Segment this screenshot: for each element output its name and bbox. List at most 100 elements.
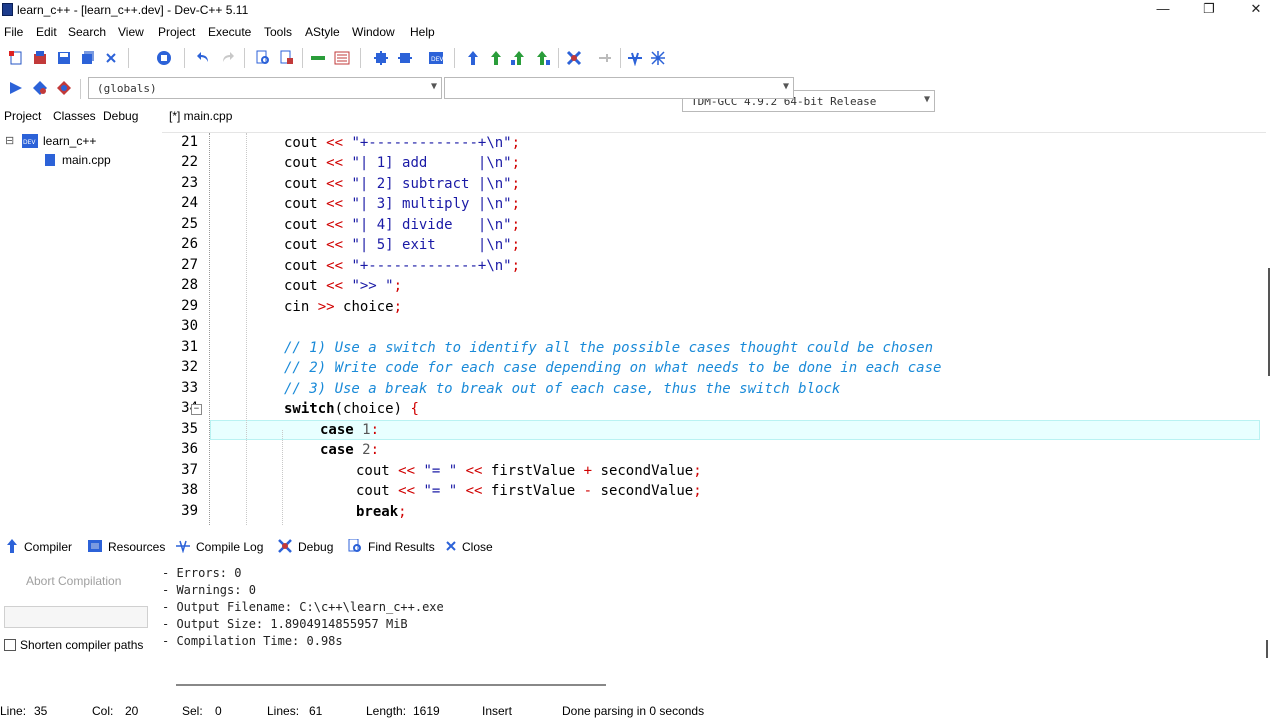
log-horizontal-scrollbar[interactable]: [176, 684, 606, 686]
compile-icon[interactable]: [465, 50, 481, 66]
line-number: 24: [181, 195, 198, 211]
goto-definition-icon[interactable]: [32, 80, 48, 96]
menu-file[interactable]: File: [4, 25, 23, 39]
chevron-down-icon: ▼: [923, 94, 930, 105]
code-line-37: cout << "= " << firstValue + secondValue…: [356, 463, 702, 479]
syntax-check-icon[interactable]: [627, 50, 643, 66]
menu-window[interactable]: Window: [352, 25, 395, 39]
restore-button[interactable]: ❐: [1186, 0, 1232, 20]
editor-tab-label: [*] main.cpp: [169, 109, 233, 123]
line-number: 38: [181, 482, 198, 498]
project-icon: DEV: [22, 134, 38, 148]
line-number: 31: [181, 339, 198, 355]
window-title: learn_c++ - [learn_c++.dev] - Dev-C++ 5.…: [17, 3, 249, 17]
line-number: 22: [181, 154, 198, 170]
line-number: 35: [181, 421, 198, 437]
new-file-icon[interactable]: [8, 50, 24, 66]
undo-icon[interactable]: [196, 50, 212, 66]
log-line: - Warnings: 0: [162, 583, 256, 597]
tab-find-results[interactable]: Find Results: [348, 539, 435, 554]
shorten-paths-label: Shorten compiler paths: [20, 638, 144, 652]
chevron-down-icon: ▼: [782, 81, 789, 92]
open-project-icon[interactable]: [32, 50, 48, 66]
tree-file-main-cpp[interactable]: main.cpp: [62, 153, 111, 167]
find-icon[interactable]: [255, 50, 271, 66]
code-line-22: cout << "| 1] add |\n";: [284, 155, 521, 171]
log-line: - Output Size: 1.8904914855957 MiB: [162, 617, 408, 631]
abort-compilation-button[interactable]: Abort Compilation: [26, 574, 121, 588]
tab-project[interactable]: Project: [4, 109, 41, 123]
menu-astyle[interactable]: AStyle: [305, 25, 340, 39]
toolbar-separator: [244, 48, 245, 68]
svg-text:DEV: DEV: [431, 56, 444, 63]
menu-view[interactable]: View: [118, 25, 144, 39]
close-file-icon[interactable]: [103, 50, 119, 66]
tab-compile-log-label: Compile Log: [196, 540, 264, 554]
close-window-button[interactable]: ✕: [1233, 0, 1279, 20]
goto-declaration-icon[interactable]: [8, 80, 24, 96]
svg-text:DEV: DEV: [23, 139, 36, 146]
line-number: 21: [181, 134, 198, 150]
editor-scrollbar[interactable]: [1266, 132, 1280, 526]
tab-debug-bottom[interactable]: Debug: [278, 539, 333, 554]
redo-icon[interactable]: [219, 50, 235, 66]
editor-scrollbar-thumb[interactable]: [1268, 268, 1270, 376]
code-editor[interactable]: 21 22 23 24 25 26 27 28 29 30 31 32 33 3…: [162, 132, 1266, 526]
replace-icon[interactable]: [279, 50, 295, 66]
code-line-24: cout << "| 3] multiply |\n";: [284, 196, 521, 212]
profile-icon[interactable]: [597, 50, 613, 66]
compile-run-icon[interactable]: [511, 50, 527, 66]
tab-classes[interactable]: Classes: [53, 109, 96, 123]
menu-search[interactable]: Search: [68, 25, 106, 39]
tab-compiler[interactable]: Compiler: [6, 539, 72, 554]
shorten-paths-checkbox[interactable]: Shorten compiler paths: [4, 638, 143, 652]
scope-select-value: (globals): [97, 82, 157, 95]
source-file-icon: [45, 154, 55, 166]
compiler-icon: [7, 539, 17, 553]
log-vertical-scrollbar[interactable]: [1266, 640, 1268, 658]
collapse-icon[interactable]: ⊟: [5, 134, 14, 147]
checkbox-box[interactable]: [4, 639, 16, 651]
minimize-button[interactable]: —: [1140, 0, 1186, 20]
line-number: 32: [181, 359, 198, 375]
add-to-project-icon[interactable]: [373, 50, 389, 66]
project-options-icon[interactable]: DEV: [428, 50, 444, 66]
tab-close-label: Close: [462, 540, 493, 554]
menu-bar: File Edit Search View Project Execute To…: [0, 22, 1280, 42]
clean-icon[interactable]: [650, 50, 666, 66]
save-icon[interactable]: [56, 50, 72, 66]
devcpp-app-icon: [2, 3, 13, 16]
scope-select[interactable]: (globals) ▼: [88, 77, 442, 99]
toolbar-separator: [302, 48, 303, 68]
line-number: 26: [181, 236, 198, 252]
tab-compile-log[interactable]: Compile Log: [176, 539, 263, 554]
log-line: - Output Filename: C:\c++\learn_c++.exe: [162, 600, 444, 614]
print-icon[interactable]: [156, 50, 172, 66]
remove-from-project-icon[interactable]: [397, 50, 413, 66]
tab-resources[interactable]: Resources: [88, 539, 165, 554]
menu-execute[interactable]: Execute: [208, 25, 251, 39]
status-length-label: Length:: [366, 704, 407, 718]
bookmarks-icon[interactable]: [334, 50, 350, 66]
menu-edit[interactable]: Edit: [36, 25, 57, 39]
goto-line-icon[interactable]: [310, 50, 326, 66]
menu-project[interactable]: Project: [158, 25, 195, 39]
tab-debug[interactable]: Debug: [103, 109, 138, 123]
rebuild-all-icon[interactable]: [534, 50, 550, 66]
editor-tab-main-cpp[interactable]: [*] main.cpp: [163, 106, 253, 128]
log-line: - Compilation Time: 0.98s: [162, 634, 343, 648]
tab-find-results-label: Find Results: [368, 540, 435, 554]
status-lines-value: 61: [309, 704, 323, 718]
menu-tools[interactable]: Tools: [264, 25, 292, 39]
tree-project-learn-cpp[interactable]: learn_c++: [43, 134, 96, 148]
status-lines-label: Lines:: [267, 704, 300, 718]
menu-help[interactable]: Help: [410, 25, 435, 39]
save-all-icon[interactable]: [80, 50, 96, 66]
debug-icon[interactable]: [566, 50, 582, 66]
fold-toggle-icon[interactable]: −: [191, 404, 202, 415]
insert-code-icon[interactable]: [56, 80, 72, 96]
run-icon[interactable]: [488, 50, 504, 66]
compile-log-output: - Errors: 0 - Warnings: 0 - Output Filen…: [162, 564, 1262, 664]
tab-close[interactable]: Close: [446, 539, 493, 554]
function-select[interactable]: ▼: [444, 77, 794, 99]
